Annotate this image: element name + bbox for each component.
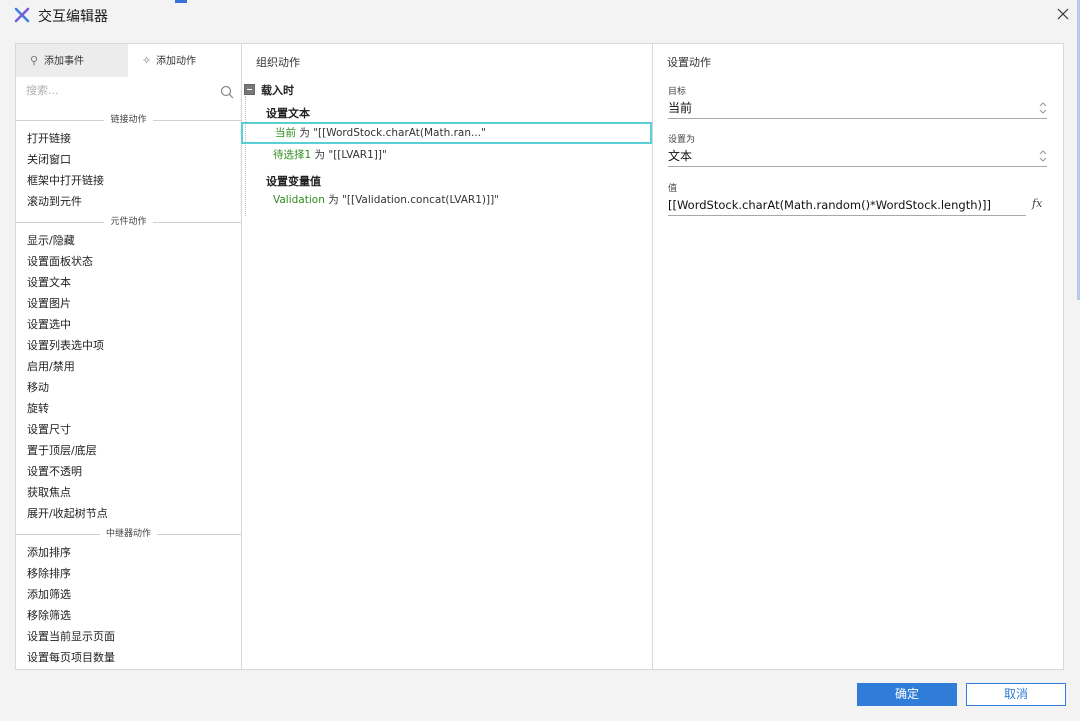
action-item[interactable]: 添加排序	[16, 542, 241, 563]
tab-label: 添加事件	[44, 56, 84, 67]
editor-frame: ⚲ 添加事件 ✧ 添加动作 链接动作打开链接关闭窗口框架中打开链接滚动到元件元件动作…	[15, 43, 1064, 670]
group-header-label: 链接动作	[104, 115, 153, 125]
action-title[interactable]: 设置变量值	[266, 173, 321, 189]
middle-panel-title: 组织动作	[256, 56, 300, 69]
action-item[interactable]: 设置尺寸	[16, 419, 241, 440]
right-panel-title: 设置动作	[667, 56, 711, 69]
sub-action-word: 为	[328, 194, 339, 206]
target-value: 当前	[668, 101, 693, 115]
updown-icon	[1039, 150, 1047, 162]
group-header-label: 中继器动作	[99, 529, 157, 539]
left-panel: ⚲ 添加事件 ✧ 添加动作 链接动作打开链接关闭窗口框架中打开链接滚动到元件元件动作…	[16, 44, 242, 669]
target-select[interactable]: 当前	[668, 98, 1047, 119]
sub-action-word: 为	[299, 127, 310, 139]
sub-action-row[interactable]: Validation 为 "[[Validation.concat(LVAR1)…	[241, 189, 652, 211]
action-item[interactable]: 设置选中	[16, 314, 241, 335]
action-item[interactable]: 置于顶层/底层	[16, 440, 241, 461]
event-row[interactable]: 载入时	[244, 82, 294, 98]
sub-action-target: 待选择1	[273, 149, 312, 161]
sub-action-target: Validation	[273, 194, 325, 206]
group-header: 链接动作	[16, 112, 241, 128]
tab-add-action[interactable]: ✧ 添加动作	[128, 44, 240, 77]
event-icon: ⚲	[30, 54, 39, 67]
search-box	[26, 82, 234, 104]
action-item[interactable]: 旋转	[16, 398, 241, 419]
group-header: 元件动作	[16, 214, 241, 230]
group-header: 中继器动作	[16, 526, 241, 542]
axure-logo-icon	[14, 7, 30, 23]
sparkle-icon: ✧	[142, 54, 152, 67]
title-bar: 交互编辑器	[0, 0, 1080, 30]
function-icon[interactable]: fx	[1032, 197, 1042, 210]
tab-add-event[interactable]: ⚲ 添加事件	[16, 44, 128, 77]
sub-action-row[interactable]: 待选择1 为 "[[LVAR1]]"	[241, 144, 652, 166]
action-item[interactable]: 设置列表选中项	[16, 335, 241, 356]
group-header-label: 元件动作	[104, 217, 153, 227]
collapse-icon[interactable]	[244, 84, 255, 95]
action-item[interactable]: 移动	[16, 377, 241, 398]
search-input[interactable]	[26, 82, 211, 99]
set-as-value: 文本	[668, 149, 693, 163]
action-item[interactable]: 移除排序	[16, 563, 241, 584]
search-icon[interactable]	[220, 85, 234, 99]
tab-label: 添加动作	[156, 56, 196, 67]
action-item[interactable]: 移除筛选	[16, 605, 241, 626]
sub-action-value: "[[WordStock.charAt(Math.ran..."	[313, 127, 486, 139]
action-item[interactable]: 显示/隐藏	[16, 230, 241, 251]
close-icon[interactable]	[1054, 5, 1072, 23]
tab-bar: ⚲ 添加事件 ✧ 添加动作	[16, 44, 241, 77]
action-item[interactable]: 获取焦点	[16, 482, 241, 503]
action-list: 链接动作打开链接 关闭窗口 框架中打开链接 滚动到元件元件动作显示/隐藏 设置面板状态设…	[16, 110, 241, 668]
sub-action-value: "[[LVAR1]]"	[328, 149, 387, 161]
action-item[interactable]: 设置图片	[16, 293, 241, 314]
action-item[interactable]: 设置每页项目数量	[16, 647, 241, 668]
right-panel: 设置动作 目标 当前 设置为 文本 值 [[WordStock.charAt(M…	[652, 44, 1063, 669]
value-input[interactable]: [[WordStock.charAt(Math.random()*WordSto…	[668, 195, 1026, 216]
sub-action-word: 为	[314, 149, 326, 161]
event-label: 载入时	[261, 84, 294, 97]
target-label: 目标	[668, 87, 687, 97]
set-as-label: 设置为	[668, 135, 696, 145]
sub-action-row[interactable]: 当前 为 "[[WordStock.charAt(Math.ran..."	[241, 122, 652, 144]
middle-panel: 组织动作 载入时 设置文本 当前 为 "[[WordStock.charAt(M…	[241, 44, 653, 669]
action-item[interactable]: 关闭窗口	[16, 149, 241, 170]
action-item[interactable]: 启用/禁用	[16, 356, 241, 377]
ok-button[interactable]: 确定	[857, 683, 957, 706]
updown-icon	[1039, 102, 1047, 114]
set-as-select[interactable]: 文本	[668, 146, 1047, 167]
action-item[interactable]: 设置面板状态	[16, 251, 241, 272]
action-item[interactable]: 打开链接	[16, 128, 241, 149]
action-item[interactable]: 添加筛选	[16, 584, 241, 605]
window-title: 交互编辑器	[38, 9, 108, 25]
sub-action-target: 当前	[275, 127, 296, 139]
action-item[interactable]: 展开/收起树节点	[16, 503, 241, 524]
value-label: 值	[668, 184, 678, 194]
action-item[interactable]: 滚动到元件	[16, 191, 241, 212]
action-item[interactable]: 框架中打开链接	[16, 170, 241, 191]
sub-action-value: "[[Validation.concat(LVAR1)]]"	[342, 194, 500, 206]
action-item[interactable]: 设置不透明	[16, 461, 241, 482]
cancel-button[interactable]: 取消	[966, 683, 1066, 706]
action-item[interactable]: 设置文本	[16, 272, 241, 293]
action-item[interactable]: 设置当前显示页面	[16, 626, 241, 647]
action-title[interactable]: 设置文本	[266, 105, 310, 121]
